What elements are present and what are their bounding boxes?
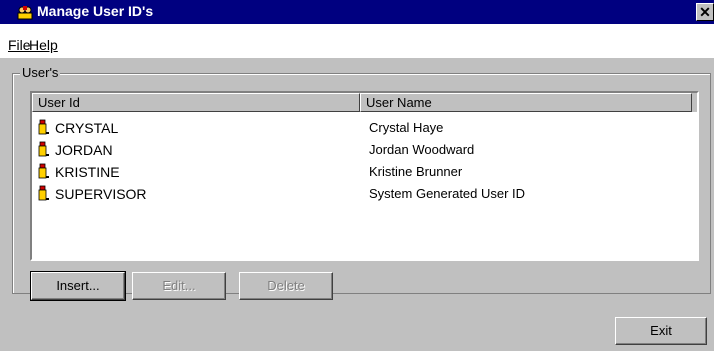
user-icon xyxy=(38,185,49,201)
table-row[interactable]: KRISTINE Kristine Brunner xyxy=(32,161,697,183)
close-icon: ✕ xyxy=(699,4,711,20)
list-header: User Id User Name xyxy=(32,93,697,112)
insert-button-label: Insert... xyxy=(56,278,100,293)
insert-button[interactable]: Insert... xyxy=(30,271,126,301)
user-id-cell: SUPERVISOR xyxy=(55,186,147,202)
edit-button-label: Edit... xyxy=(162,278,196,293)
table-row[interactable]: JORDAN Jordan Woodward xyxy=(32,139,697,161)
user-name-cell: Kristine Brunner xyxy=(369,164,463,179)
column-header-user-id[interactable]: User Id xyxy=(32,93,360,112)
table-row[interactable]: CRYSTAL Crystal Haye xyxy=(32,117,697,139)
delete-button-label: Delete xyxy=(267,278,305,293)
user-id-cell: JORDAN xyxy=(55,142,113,158)
menu-file[interactable]: File xyxy=(8,37,31,53)
window-title: Manage User ID's xyxy=(37,3,154,19)
user-name-cell: Jordan Woodward xyxy=(369,142,475,157)
user-icon xyxy=(38,141,49,157)
exit-button[interactable]: Exit xyxy=(615,317,707,345)
menu-bar: File Help xyxy=(0,24,714,58)
user-id-cell: CRYSTAL xyxy=(55,120,119,136)
user-icon xyxy=(38,163,49,179)
edit-button[interactable]: Edit... xyxy=(132,272,226,300)
manage-user-ids-window: Manage User ID's ✕ File Help User's User… xyxy=(0,0,714,351)
users-list[interactable]: User Id User Name CRYSTAL Crystal Haye J… xyxy=(30,91,699,261)
menu-help-label: Help xyxy=(29,37,58,53)
title-bar[interactable]: Manage User ID's ✕ xyxy=(0,0,714,24)
menu-help[interactable]: Help xyxy=(29,37,58,53)
exit-button-label: Exit xyxy=(650,323,672,338)
table-row[interactable]: SUPERVISOR System Generated User ID xyxy=(32,183,697,205)
user-id-cell: KRISTINE xyxy=(55,164,120,180)
user-icon xyxy=(38,119,49,135)
user-name-cell: Crystal Haye xyxy=(369,120,444,135)
close-button[interactable]: ✕ xyxy=(696,3,714,21)
users-app-icon xyxy=(17,6,33,20)
delete-button[interactable]: Delete xyxy=(239,272,333,300)
users-group-legend: User's xyxy=(20,65,61,80)
column-header-user-name[interactable]: User Name xyxy=(360,93,692,112)
user-name-cell: System Generated User ID xyxy=(369,186,526,201)
menu-file-label: File xyxy=(8,37,31,53)
